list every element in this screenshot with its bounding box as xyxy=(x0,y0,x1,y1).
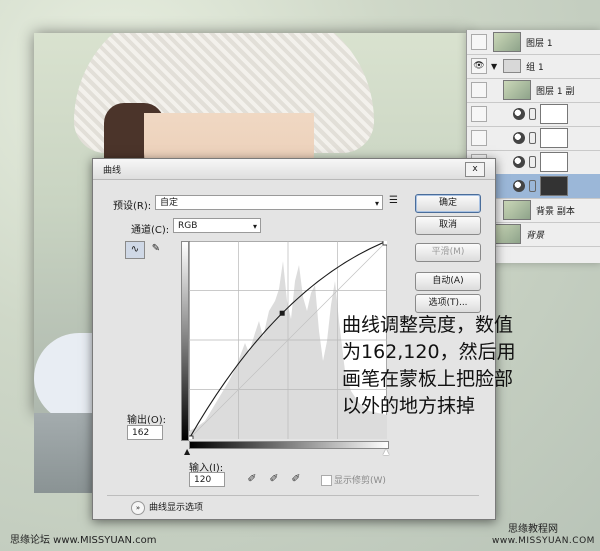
smooth-button[interactable]: 平滑(M) xyxy=(415,243,481,262)
layer-name: 背景 xyxy=(526,230,545,241)
layer-row[interactable]: 图层 1 副 xyxy=(467,78,600,103)
adjustment-icon xyxy=(513,132,525,144)
auto-button[interactable]: 自动(A) xyxy=(415,272,481,291)
mask-thumbnail xyxy=(540,152,568,172)
annotation-line: 为162,120，然后用 xyxy=(342,341,516,363)
annotation-line: 画笔在蒙板上把脸部 xyxy=(342,368,514,390)
output-field[interactable]: 162 xyxy=(127,425,163,440)
chevron-down-icon: ▾ xyxy=(252,222,257,231)
annotation-line: 以外的地方抹掉 xyxy=(342,395,476,417)
dialog-title: 曲线 xyxy=(103,166,122,176)
layer-thumbnail xyxy=(493,224,521,244)
mask-thumbnail xyxy=(540,128,568,148)
link-icon xyxy=(529,108,536,120)
adjustment-icon xyxy=(513,180,525,192)
folder-icon xyxy=(503,59,522,73)
layer-name: 背景 副本 xyxy=(536,206,575,217)
curve-end-point[interactable] xyxy=(382,241,387,246)
expand-arrow-icon[interactable]: ▼ xyxy=(491,62,497,71)
annotation-text: 曲线调整亮度，数值 为162,120，然后用 画笔在蒙板上把脸部 以外的地方抹掉 xyxy=(342,312,572,420)
black-point-slider-icon[interactable]: ▲ xyxy=(184,447,190,456)
show-clipping-label: 显示修剪(W) xyxy=(334,476,386,486)
expand-circle-icon[interactable]: » xyxy=(131,501,145,515)
layer-thumbnail xyxy=(503,80,531,100)
watermark-left: 思缘论坛 www.MISSYUAN.com xyxy=(10,535,157,546)
channel-select[interactable]: RGB ▾ xyxy=(173,218,261,233)
annotation-line: 曲线调整亮度，数值 xyxy=(342,314,514,336)
visibility-toggle[interactable] xyxy=(471,34,487,50)
adjustment-icon xyxy=(513,156,525,168)
white-eyedropper-icon[interactable]: ✐ xyxy=(289,472,303,486)
show-clipping-checkbox[interactable] xyxy=(321,475,332,486)
layer-name: 图层 1 xyxy=(526,38,553,49)
visibility-toggle[interactable] xyxy=(471,106,487,122)
visibility-toggle[interactable] xyxy=(471,130,487,146)
visibility-toggle[interactable] xyxy=(471,82,487,98)
layer-row[interactable] xyxy=(467,102,600,127)
pencil-tool-icon[interactable]: ✎ xyxy=(147,241,165,257)
mask-thumbnail xyxy=(540,104,568,124)
channel-label: 通道(C): xyxy=(131,225,170,236)
curve-point-tool-icon[interactable]: ∿ xyxy=(125,241,145,259)
preset-value: 自定 xyxy=(160,198,179,208)
layer-name: 组 1 xyxy=(526,62,544,73)
layer-row[interactable]: 图层 1 xyxy=(467,30,600,55)
curve-start-point[interactable] xyxy=(189,435,194,439)
dialog-titlebar[interactable]: 曲线 x xyxy=(93,159,495,180)
curve-display-options-label: 曲线显示选项 xyxy=(149,503,204,513)
input-gradient-bar xyxy=(189,441,389,449)
layer-thumbnail xyxy=(503,200,531,220)
layer-thumbnail xyxy=(493,32,521,52)
layer-row[interactable]: 👁 ▼ 组 1 xyxy=(467,54,600,79)
output-gradient-bar xyxy=(181,241,189,441)
preset-select[interactable]: 自定 ▾ xyxy=(155,195,383,210)
eye-icon[interactable]: 👁 xyxy=(471,58,487,74)
layer-row[interactable] xyxy=(467,126,600,151)
options-button[interactable]: 选项(T)... xyxy=(415,294,481,313)
watermark-right-url: www.MISSYUAN.COM xyxy=(492,536,595,546)
channel-value: RGB xyxy=(178,221,198,231)
mask-thumbnail xyxy=(540,176,568,196)
chevron-down-icon: ▾ xyxy=(374,199,379,208)
watermark-right-title: 思缘教程网 xyxy=(508,524,558,535)
ok-button[interactable]: 确定 xyxy=(415,194,481,213)
close-button[interactable]: x xyxy=(465,162,485,177)
gray-eyedropper-icon[interactable]: ✐ xyxy=(267,472,281,486)
link-icon xyxy=(529,156,536,168)
input-field[interactable]: 120 xyxy=(189,472,225,487)
black-eyedropper-icon[interactable]: ✐ xyxy=(245,472,259,486)
divider xyxy=(107,495,479,496)
preset-label: 预设(R): xyxy=(113,201,152,212)
cancel-button[interactable]: 取消 xyxy=(415,216,481,235)
adjustment-icon xyxy=(513,108,525,120)
link-icon xyxy=(529,132,536,144)
white-point-slider-icon[interactable]: ▲ xyxy=(383,447,389,456)
layer-name: 图层 1 副 xyxy=(536,86,575,97)
output-label: 输出(O): xyxy=(127,415,167,426)
preset-menu-icon[interactable]: ☰ xyxy=(389,195,398,206)
link-icon xyxy=(529,180,536,192)
curve-control-point[interactable] xyxy=(279,310,285,316)
